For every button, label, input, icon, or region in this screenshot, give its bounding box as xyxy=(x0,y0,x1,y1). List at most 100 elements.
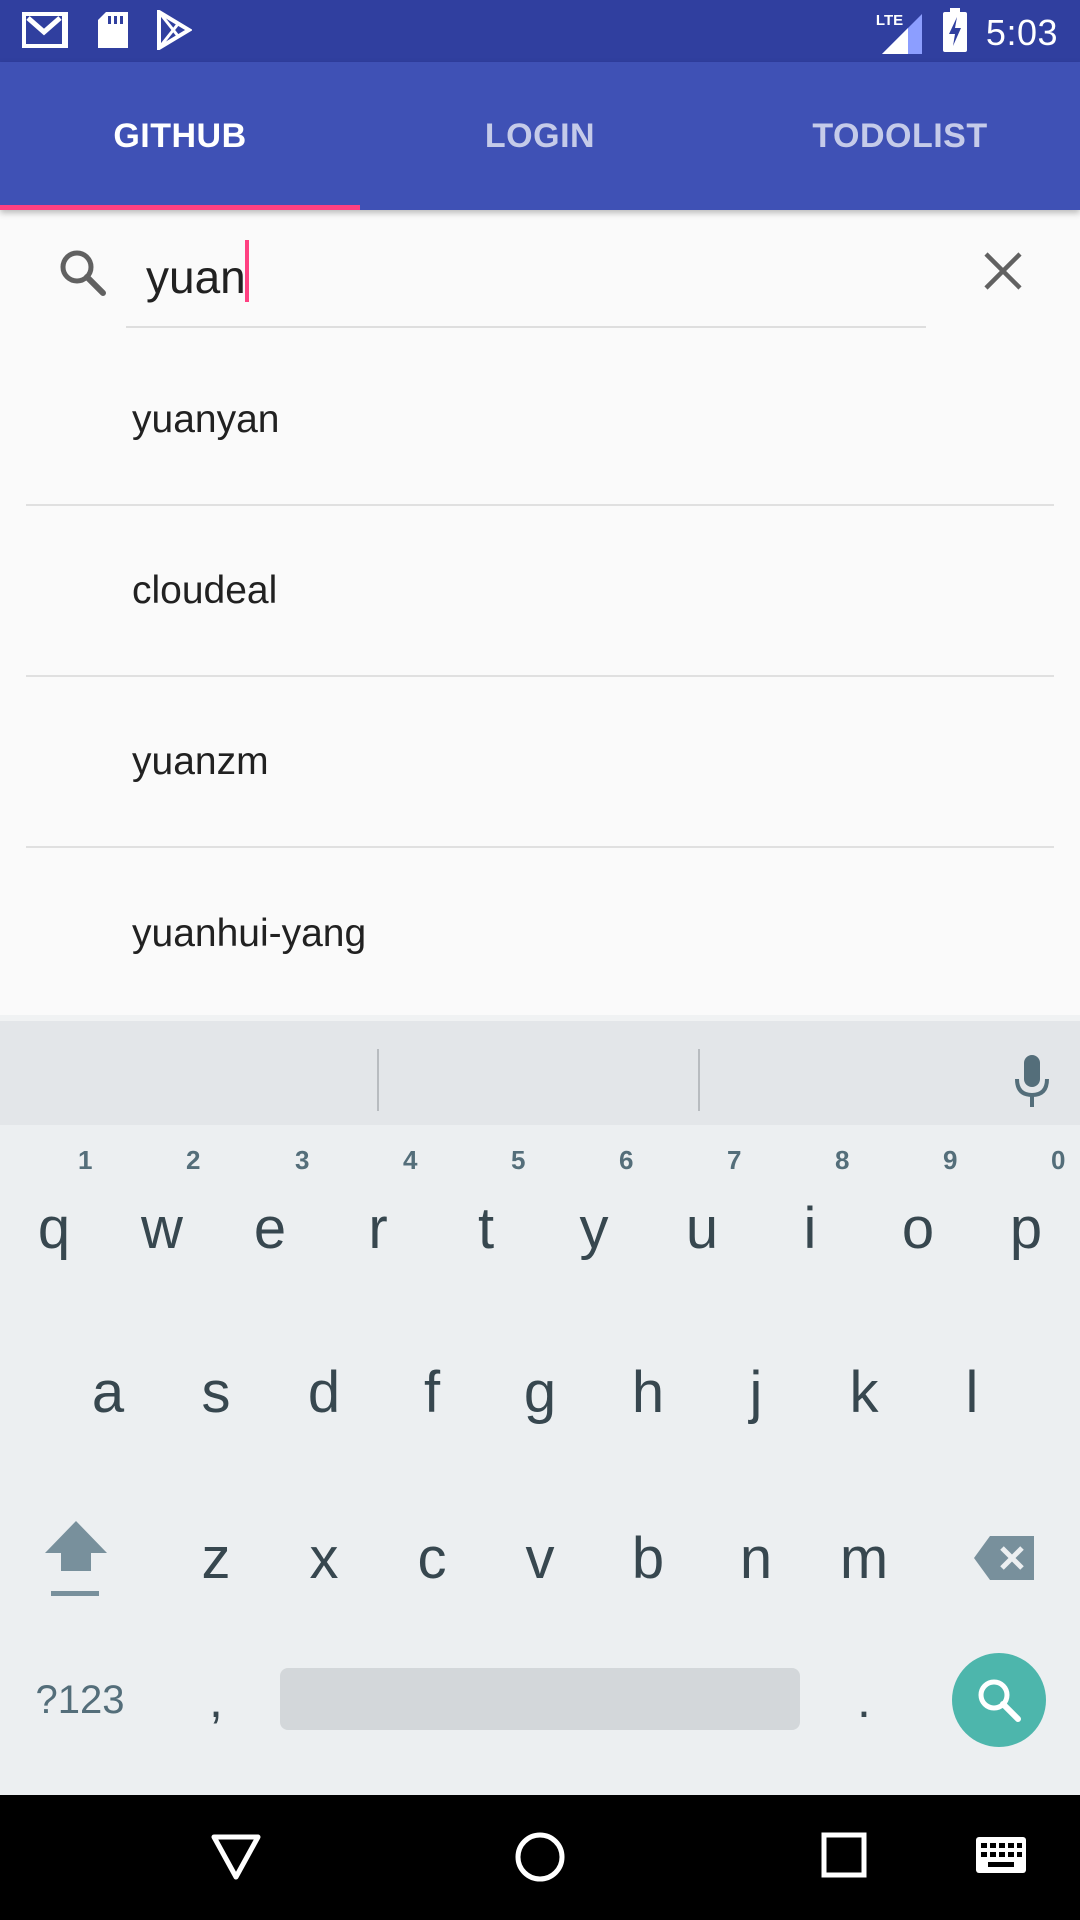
search-bar xyxy=(0,210,1080,335)
search-icon xyxy=(978,1679,1021,1722)
key-label: y xyxy=(579,1195,609,1261)
signal-icon: LTE xyxy=(876,10,924,56)
strip-divider xyxy=(698,1049,700,1111)
key-label: h xyxy=(631,1359,665,1425)
key-b[interactable]: b xyxy=(604,1493,692,1623)
key-label: b xyxy=(631,1525,665,1591)
sd-card-icon xyxy=(96,10,130,55)
key-label: s xyxy=(201,1359,231,1425)
key-label: r xyxy=(368,1195,388,1261)
tab-github[interactable]: GITHUB xyxy=(0,62,360,210)
gmail-icon xyxy=(22,10,70,55)
suggestion-strip xyxy=(0,1015,1080,1125)
key-r[interactable]: r xyxy=(334,1163,422,1293)
key-label: q xyxy=(37,1195,71,1261)
key-label: g xyxy=(523,1359,557,1425)
keyboard-switch-icon[interactable] xyxy=(974,1835,1028,1880)
key-label: m xyxy=(839,1525,889,1591)
shift-key[interactable] xyxy=(30,1493,122,1623)
key-label: p xyxy=(1009,1195,1043,1261)
strip-divider xyxy=(377,1049,379,1111)
symbols-key[interactable]: ?123 xyxy=(20,1653,140,1747)
close-icon[interactable] xyxy=(982,250,1024,297)
key-z[interactable]: z xyxy=(172,1493,260,1623)
key-label: i xyxy=(803,1195,817,1261)
key-f[interactable]: f xyxy=(388,1327,476,1457)
key-label: j xyxy=(749,1359,763,1425)
key-w[interactable]: w xyxy=(118,1163,206,1293)
suggestion-list: yuanyan cloudeal yuanzm yuanhui-yang xyxy=(0,335,1080,1019)
shift-icon xyxy=(45,1521,107,1596)
key-q[interactable]: q xyxy=(10,1163,98,1293)
suggestion-item[interactable]: yuanhui-yang xyxy=(26,848,1054,1019)
key-x[interactable]: x xyxy=(280,1493,368,1623)
mic-icon[interactable] xyxy=(1012,1053,1052,1114)
backspace-key[interactable] xyxy=(960,1493,1050,1623)
period-key[interactable]: . xyxy=(820,1653,908,1747)
key-label: o xyxy=(901,1195,935,1261)
tab-todolist[interactable]: TODOLIST xyxy=(720,62,1080,210)
key-s[interactable]: s xyxy=(172,1327,260,1457)
tab-login[interactable]: LOGIN xyxy=(360,62,720,210)
key-label: n xyxy=(739,1525,773,1591)
key-m[interactable]: m xyxy=(820,1493,908,1623)
search-icon xyxy=(58,248,108,303)
key-o[interactable]: o xyxy=(874,1163,962,1293)
key-label: k xyxy=(849,1359,879,1425)
key-label: d xyxy=(307,1359,341,1425)
key-hint: 7 xyxy=(727,1145,742,1175)
key-u[interactable]: u xyxy=(658,1163,746,1293)
key-c[interactable]: c xyxy=(388,1493,476,1623)
key-l[interactable]: l xyxy=(928,1327,1016,1457)
key-label: v xyxy=(525,1525,555,1591)
key-hint: 8 xyxy=(835,1145,850,1175)
key-hint: 1 xyxy=(78,1145,93,1175)
key-p[interactable]: p xyxy=(982,1163,1070,1293)
recents-icon[interactable] xyxy=(820,1831,868,1884)
text-cursor xyxy=(245,240,249,302)
soft-keyboard: q 1 w 2 e 3 r 4 t 5 y 6 u 7 i 8 o 9 p 0 … xyxy=(0,1015,1080,1795)
key-hint: 9 xyxy=(943,1145,958,1175)
key-label: f xyxy=(423,1359,441,1425)
space-bar[interactable] xyxy=(280,1668,800,1730)
key-label: ?123 xyxy=(35,1677,125,1722)
key-h[interactable]: h xyxy=(604,1327,692,1457)
suggestion-item[interactable]: yuanyan xyxy=(26,335,1054,506)
key-e[interactable]: e xyxy=(226,1163,314,1293)
key-g[interactable]: g xyxy=(496,1327,584,1457)
search-action-key[interactable] xyxy=(952,1653,1046,1747)
key-a[interactable]: a xyxy=(64,1327,152,1457)
key-label: x xyxy=(309,1525,339,1591)
suggestion-item[interactable]: cloudeal xyxy=(26,506,1054,677)
comma-key[interactable]: , xyxy=(172,1653,260,1747)
play-store-icon xyxy=(156,8,193,55)
key-j[interactable]: j xyxy=(712,1327,800,1457)
key-k[interactable]: k xyxy=(820,1327,908,1457)
key-y[interactable]: y xyxy=(550,1163,638,1293)
clock: 5:03 xyxy=(985,11,1058,53)
key-hint: 0 xyxy=(1051,1145,1066,1175)
key-i[interactable]: i xyxy=(766,1163,854,1293)
back-icon[interactable] xyxy=(210,1831,262,1886)
key-hint: 3 xyxy=(295,1145,310,1175)
key-hint: 6 xyxy=(619,1145,634,1175)
key-label: u xyxy=(685,1195,719,1261)
key-label: c xyxy=(417,1525,447,1591)
key-label: z xyxy=(201,1525,231,1591)
home-icon[interactable] xyxy=(514,1831,566,1888)
backspace-icon xyxy=(974,1536,1034,1580)
key-hint: 5 xyxy=(511,1145,526,1175)
key-label: t xyxy=(477,1195,495,1261)
key-hint: 4 xyxy=(403,1145,418,1175)
key-n[interactable]: n xyxy=(712,1493,800,1623)
key-hint: 2 xyxy=(186,1145,201,1175)
suggestion-item[interactable]: yuanzm xyxy=(26,677,1054,848)
key-label: l xyxy=(965,1359,979,1425)
navigation-bar xyxy=(0,1795,1080,1920)
key-d[interactable]: d xyxy=(280,1327,368,1457)
key-label: w xyxy=(141,1195,183,1261)
key-label: a xyxy=(91,1359,125,1425)
key-t[interactable]: t xyxy=(442,1163,530,1293)
key-v[interactable]: v xyxy=(496,1493,584,1623)
tab-bar: GITHUB LOGIN TODOLIST xyxy=(0,62,1080,210)
